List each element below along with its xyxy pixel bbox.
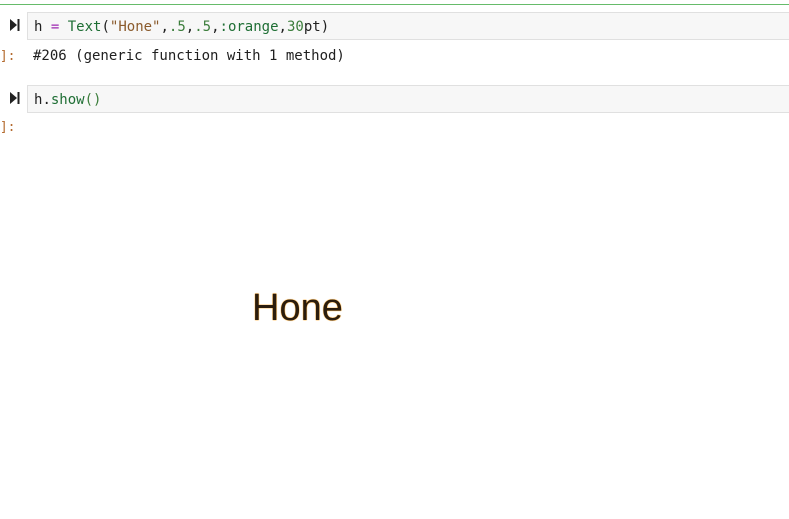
- rendered-text-output: Hone: [252, 287, 343, 329]
- code-token: show: [50, 92, 85, 108]
- code-token: .: [42, 92, 51, 108]
- output-prompt: 7]:: [0, 49, 16, 64]
- code-token: .5: [168, 19, 186, 35]
- cell-output-text: #206 (generic function with 1 method): [33, 48, 345, 64]
- code-token: ,: [160, 19, 169, 35]
- code-token: pt: [303, 19, 321, 35]
- code-token: :orange: [219, 19, 279, 35]
- code-token: "Hone": [109, 19, 161, 35]
- code-token: =: [50, 19, 60, 35]
- code-input-cell-1[interactable]: h = Text("Hone",.5,.5,:orange,30pt): [27, 12, 789, 40]
- code-token: .5: [194, 19, 212, 35]
- code-input-cell-2[interactable]: h.show(): [27, 85, 789, 113]
- code-token: (): [84, 92, 102, 108]
- output-prompt: 8]:: [0, 120, 16, 135]
- run-cell-icon[interactable]: [10, 19, 22, 31]
- code-token: ,: [278, 19, 287, 35]
- code-token: ,: [185, 19, 195, 35]
- code-token: ): [320, 19, 330, 35]
- code-token: h: [34, 19, 43, 35]
- code-token: (: [101, 19, 110, 35]
- code-token: ,: [211, 19, 220, 35]
- code-token: 30: [286, 19, 304, 35]
- code-token: Text: [67, 19, 102, 35]
- cell-border: [0, 4, 789, 5]
- run-cell-icon[interactable]: [10, 92, 22, 104]
